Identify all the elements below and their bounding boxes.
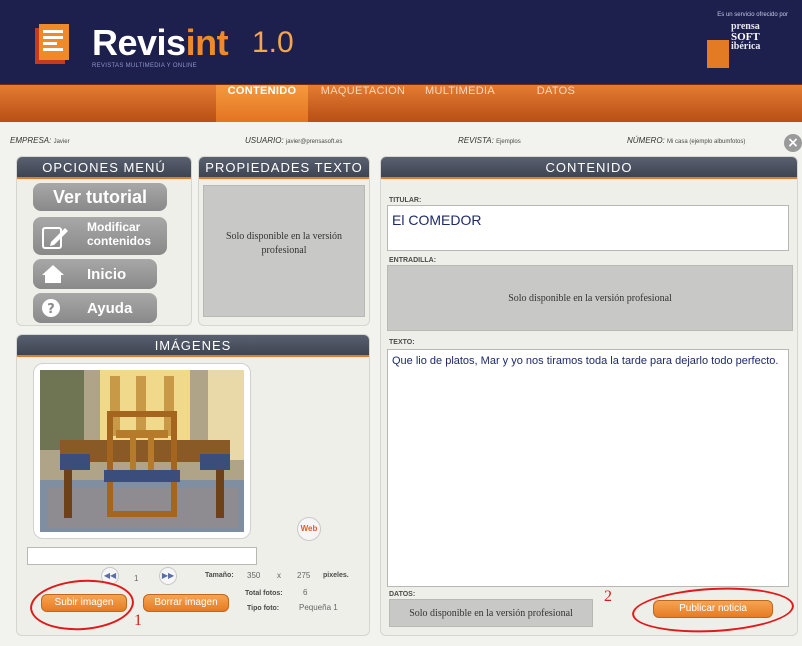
revisint-logo-icon: [35, 24, 69, 64]
tab-contenido[interactable]: CONTENIDO: [216, 85, 308, 123]
main-nav: CONTENIDO MAQUETACION MULTIMEDIA DATOS: [0, 84, 802, 123]
dining-room-photo[interactable]: [40, 370, 244, 532]
info-bar: EMPRESA: Javier USUARIO: javier@prensaso…: [0, 122, 802, 156]
page-number: 1: [134, 574, 139, 583]
photo-frame: [33, 363, 251, 539]
prensasoft-logo: prensa SOFT ibérica: [707, 22, 773, 72]
texto-textarea[interactable]: Que lio de platos, Mar y yo nos tiramos …: [387, 349, 789, 587]
tipo-foto-label: Tipo foto:: [247, 605, 280, 612]
annotation-number-2: 2: [604, 588, 612, 605]
tamano-label: Tamaño:: [205, 572, 234, 579]
tab-datos[interactable]: DATOS: [514, 85, 598, 123]
borrar-imagen-button[interactable]: Borrar imagen: [143, 594, 229, 612]
height-value: 275: [297, 571, 311, 580]
tab-multimedia[interactable]: MULTIMEDIA: [418, 85, 502, 123]
contenido-panel: CONTENIDO TITULAR: El COMEDOR ENTRADILLA…: [380, 156, 798, 636]
datos-label: DATOS:: [389, 591, 416, 598]
opciones-menu-title: OPCIONES MENÚ: [17, 157, 191, 179]
datos-disabled-text: Solo disponible en la versión profesiona…: [389, 599, 593, 627]
app-header: Revisint 1.0 REVISTAS MULTIMEDIA Y ONLIN…: [0, 0, 802, 84]
modificar-contenidos-button[interactable]: Modificar contenidos: [33, 217, 167, 255]
titular-input[interactable]: El COMEDOR: [387, 205, 789, 251]
propiedades-texto-panel: PROPIEDADES TEXTO Solo disponible en la …: [198, 156, 370, 326]
service-text: Es un servicio ofrecido por: [717, 12, 788, 18]
brand-tagline: REVISTAS MULTIMEDIA Y ONLINE: [92, 63, 197, 69]
empresa-info: EMPRESA: Javier: [10, 136, 70, 145]
edit-document-icon: [42, 227, 68, 249]
width-value: 350: [247, 571, 261, 580]
imagenes-title: IMÁGENES: [17, 335, 369, 357]
revista-info: REVISTA: Ejemplos: [458, 136, 521, 145]
modificar-label: Modificar contenidos: [87, 220, 152, 248]
ver-tutorial-button[interactable]: Ver tutorial: [33, 183, 167, 211]
propiedades-disabled-text: Solo disponible en la versión profesiona…: [203, 185, 365, 317]
svg-text:?: ?: [47, 302, 55, 317]
opciones-menu-panel: OPCIONES MENÚ Ver tutorial Modificar con…: [16, 156, 192, 326]
annotation-number-1: 1: [134, 612, 142, 629]
entradilla-disabled-text: Solo disponible en la versión profesiona…: [387, 265, 793, 331]
units-label: pixeles.: [323, 572, 349, 579]
usuario-info: USUARIO: javier@prensasoft.es: [245, 136, 343, 145]
version-number: 1.0: [252, 26, 294, 59]
contenido-title: CONTENIDO: [381, 157, 797, 179]
total-fotos-label: Total fotos:: [245, 590, 283, 597]
ayuda-button[interactable]: ? Ayuda: [33, 293, 157, 323]
next-image-button[interactable]: ▶▶: [159, 567, 177, 585]
propiedades-texto-title: PROPIEDADES TEXTO: [199, 157, 369, 179]
image-caption-input[interactable]: [27, 547, 257, 565]
tab-maquetacion[interactable]: MAQUETACION: [312, 85, 414, 123]
home-icon: [42, 265, 64, 283]
times-sign: x: [277, 571, 281, 580]
help-icon: ?: [42, 299, 60, 317]
texto-label: TEXTO:: [389, 339, 415, 346]
tipo-foto-value: Pequeña 1: [299, 603, 338, 612]
brand-name: Revisint: [92, 22, 229, 63]
numero-info: NÚMERO: Mi casa (ejemplo albumfotos): [627, 136, 746, 145]
entradilla-label: ENTRADILLA:: [389, 257, 437, 264]
close-icon[interactable]: ×: [784, 134, 802, 152]
titular-label: TITULAR:: [389, 197, 422, 204]
web-button[interactable]: Web: [297, 517, 321, 541]
total-fotos-value: 6: [303, 588, 308, 597]
inicio-button[interactable]: Inicio: [33, 259, 157, 289]
